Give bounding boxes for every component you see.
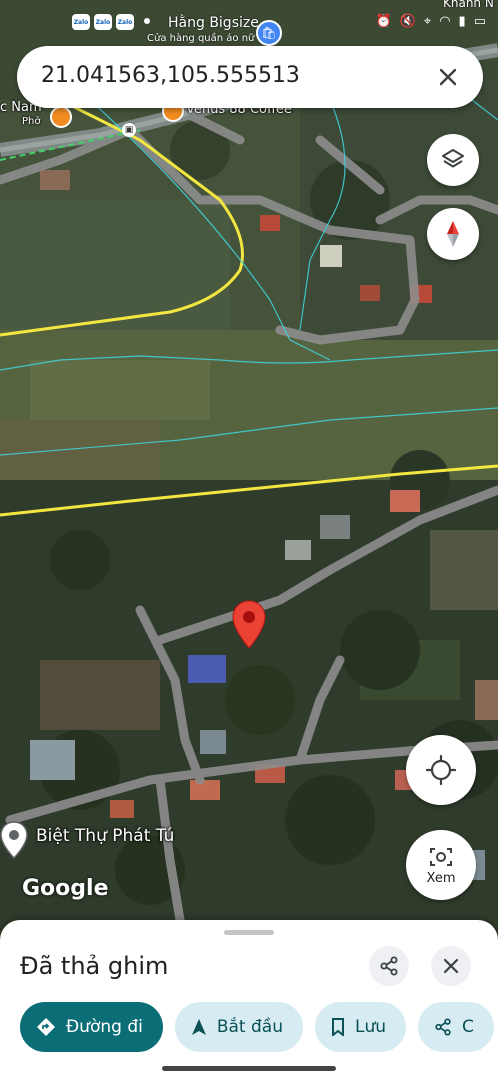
bottom-sheet[interactable]: Đã thả ghim Đường đi Bắt đầu Lưu C	[0, 920, 498, 1080]
save-button[interactable]: Lưu	[314, 1002, 407, 1052]
notification-dot-icon	[144, 18, 150, 24]
restaurant-poi-icon[interactable]	[50, 106, 72, 128]
status-notification-apps: Zalo Zalo Zalo	[72, 14, 134, 30]
poi-label-hang-bigsize[interactable]: Hằng Bigsize	[168, 15, 259, 31]
wifi-icon: ◠	[439, 14, 451, 29]
directions-button[interactable]: Đường đi	[20, 1002, 163, 1052]
bus-stop-icon[interactable]: ▣	[122, 123, 136, 137]
close-icon	[439, 68, 457, 86]
share-chip-label: C	[462, 1017, 474, 1037]
dropped-pin-icon[interactable]	[232, 600, 266, 650]
drag-handle[interactable]	[224, 930, 274, 935]
save-label: Lưu	[354, 1017, 387, 1037]
zalo-app-icon: Zalo	[116, 14, 134, 30]
zalo-app-icon: Zalo	[94, 14, 112, 30]
search-input[interactable]: 21.041563,105.555513	[41, 63, 300, 88]
clear-search-button[interactable]	[431, 60, 465, 94]
poi-label-khanh-n: Khánh N	[443, 0, 494, 10]
satellite-map[interactable]: c Nam Phở Venus 88 Coffee ▣	[0, 0, 498, 1080]
compass-icon	[447, 221, 459, 247]
map-label-left-fragment-sub: Phở	[22, 116, 41, 127]
directions-icon	[37, 1018, 55, 1036]
poi-label-clothing-store: Cửa hàng quần áo nữ	[147, 33, 255, 44]
share-icon	[380, 956, 398, 976]
close-icon	[443, 958, 459, 974]
layers-icon	[442, 149, 464, 168]
status-bar: Zalo Zalo Zalo Hằng Bigsize Cửa hàng quầ…	[0, 0, 498, 46]
layers-button[interactable]	[427, 134, 479, 186]
start-label: Bắt đầu	[216, 1017, 283, 1037]
place-marker-icon[interactable]	[0, 820, 28, 860]
lens-view-button[interactable]: Xem	[406, 830, 476, 900]
compass-button[interactable]	[427, 208, 479, 260]
sheet-title: Đã thả ghim	[20, 952, 169, 980]
share-button[interactable]	[369, 946, 409, 986]
battery-icon: ▭	[473, 14, 486, 29]
navigation-arrow-icon	[191, 1019, 206, 1035]
alarm-icon: ⏰	[375, 14, 392, 29]
shopping-bag-icon[interactable]: 🛍	[256, 20, 282, 46]
location-icon: ⌖	[423, 14, 432, 29]
signal-icon: ▮	[458, 14, 466, 29]
search-bar[interactable]: 21.041563,105.555513	[17, 46, 483, 108]
share-icon	[435, 1018, 451, 1036]
crosshair-icon	[426, 755, 456, 785]
my-location-button[interactable]	[406, 735, 476, 805]
camera-icon	[430, 847, 452, 866]
zalo-app-icon: Zalo	[72, 14, 90, 30]
share-chip-button[interactable]: C	[418, 1002, 494, 1052]
close-sheet-button[interactable]	[431, 946, 471, 986]
system-status-icons: ⏰ 🔇 ⌖ ◠ ▮ ▭	[376, 14, 487, 29]
mute-icon: 🔇	[399, 14, 416, 29]
action-chips: Đường đi Bắt đầu Lưu C	[20, 1002, 494, 1052]
bookmark-icon	[331, 1018, 344, 1036]
lens-view-label: Xem	[426, 870, 456, 886]
start-button[interactable]: Bắt đầu	[174, 1002, 303, 1052]
google-logo: Google	[22, 876, 109, 901]
directions-label: Đường đi	[66, 1017, 143, 1037]
map-imagery	[0, 0, 498, 1080]
gesture-navigation-bar[interactable]	[162, 1066, 336, 1071]
place-label-biet-thu-phat-tu[interactable]: Biệt Thự Phát Tú	[36, 826, 174, 846]
